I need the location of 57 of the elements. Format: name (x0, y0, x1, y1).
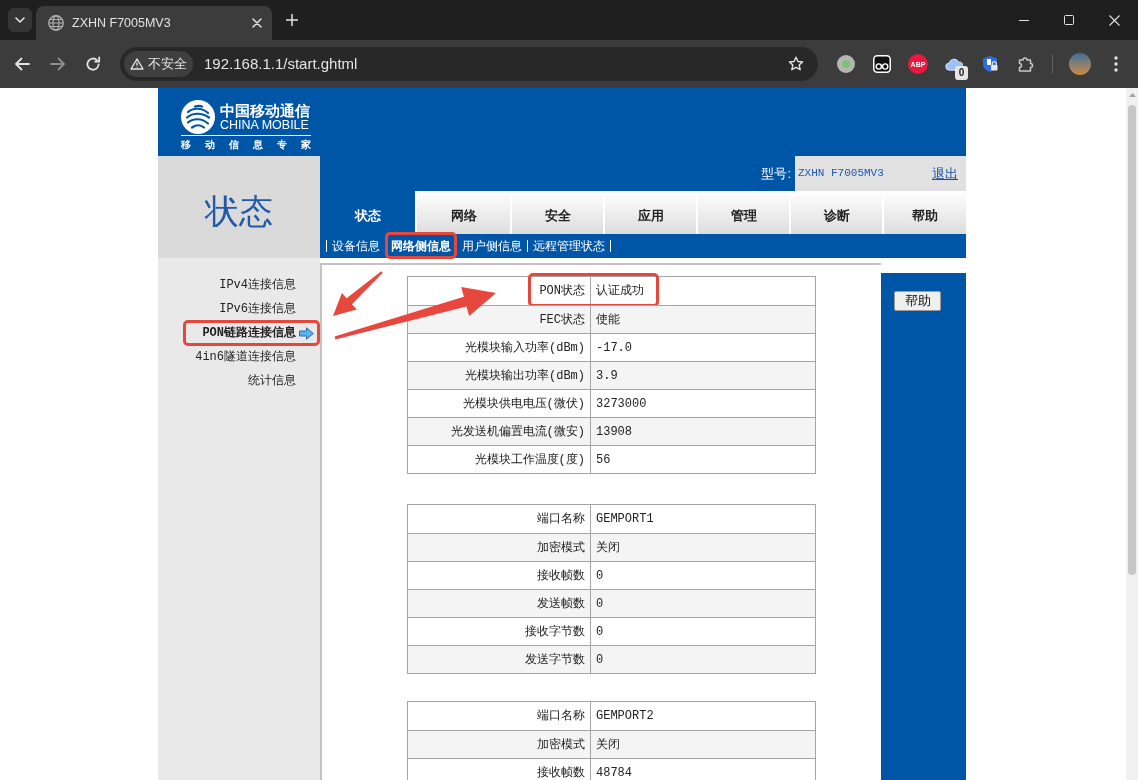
sidebar-item[interactable]: IPv6连接信息 (158, 297, 320, 321)
shield-icon[interactable] (981, 55, 999, 73)
browser-tab[interactable]: ZXHN F7005MV3 (36, 6, 272, 40)
table-cell: 加密模式 (408, 731, 591, 758)
table-cell: 关闭 (591, 731, 815, 758)
table-cell: 使能 (591, 306, 815, 333)
reload-icon[interactable] (85, 56, 101, 72)
subnav-link[interactable]: 远程管理状态 (528, 235, 610, 257)
nav-tab[interactable]: 状态 (320, 191, 415, 234)
table-cell: 光模块输出功率(dBm) (408, 362, 591, 389)
address-bar[interactable]: 不安全 192.168.1.1/start.ghtml (120, 47, 818, 81)
tab-list-button[interactable] (8, 8, 32, 32)
table-cell: 3.9 (591, 362, 815, 389)
brand-name-en: CHINA MOBILE (220, 119, 309, 132)
subnav-link[interactable]: 用户侧信息 (457, 235, 527, 257)
globe-icon (48, 15, 64, 31)
close-icon[interactable] (252, 18, 262, 28)
table-cell: 光发送机偏置电流(微安) (408, 418, 591, 445)
star-icon[interactable] (788, 56, 804, 72)
close-icon[interactable] (1109, 14, 1120, 26)
security-chip[interactable]: 不安全 (124, 51, 193, 77)
subnav-link[interactable]: 设备信息 (327, 235, 385, 257)
forward-icon[interactable] (50, 57, 66, 71)
sidebar-item[interactable]: 4in6隧道连接信息 (158, 345, 320, 369)
sidebar-item[interactable]: IPv4连接信息 (158, 273, 320, 297)
caret-icon (15, 17, 25, 23)
minimize-icon[interactable] (1019, 19, 1029, 21)
plus-icon[interactable] (286, 14, 298, 26)
eyes-icon[interactable] (873, 55, 891, 73)
slogan: 移 动 信 息 专 家 (181, 139, 311, 150)
table-cell: 13908 (591, 418, 815, 445)
back-icon[interactable] (14, 57, 30, 71)
section-title: 状态 (158, 156, 320, 258)
dot-icon[interactable] (836, 54, 856, 74)
sidebar-item[interactable]: 统计信息 (158, 369, 320, 393)
warning-icon (130, 58, 144, 70)
model-label: 型号: (761, 164, 791, 183)
arrow-right-icon (299, 326, 314, 340)
model-value: ZXHN F7005MV3 (798, 166, 884, 182)
table-cell: FEC状态 (408, 306, 591, 333)
url-text: 192.168.1.1/start.ghtml (204, 53, 358, 74)
table-cell: 发送字节数 (408, 646, 591, 673)
brand-name: 中国移动通信 (220, 102, 310, 119)
table-cell: 发送帧数 (408, 590, 591, 617)
logout-link[interactable]: 退出 (932, 163, 958, 184)
maximize-icon[interactable] (1064, 15, 1074, 25)
table-cell: 关闭 (591, 534, 815, 561)
avatar-icon[interactable] (1069, 53, 1091, 75)
help-button[interactable]: 帮助 (894, 291, 941, 311)
puzzle-icon[interactable] (1017, 55, 1035, 73)
table-cell: 0 (591, 646, 815, 673)
menu-icon[interactable] (1114, 56, 1118, 72)
scrollbar-thumb[interactable] (1128, 105, 1136, 575)
table-cell: 0 (591, 590, 815, 617)
count-badge: 0 (955, 66, 968, 80)
table-cell: 加密模式 (408, 534, 591, 561)
sidebar-item[interactable]: PON链路连接信息 (158, 321, 320, 345)
